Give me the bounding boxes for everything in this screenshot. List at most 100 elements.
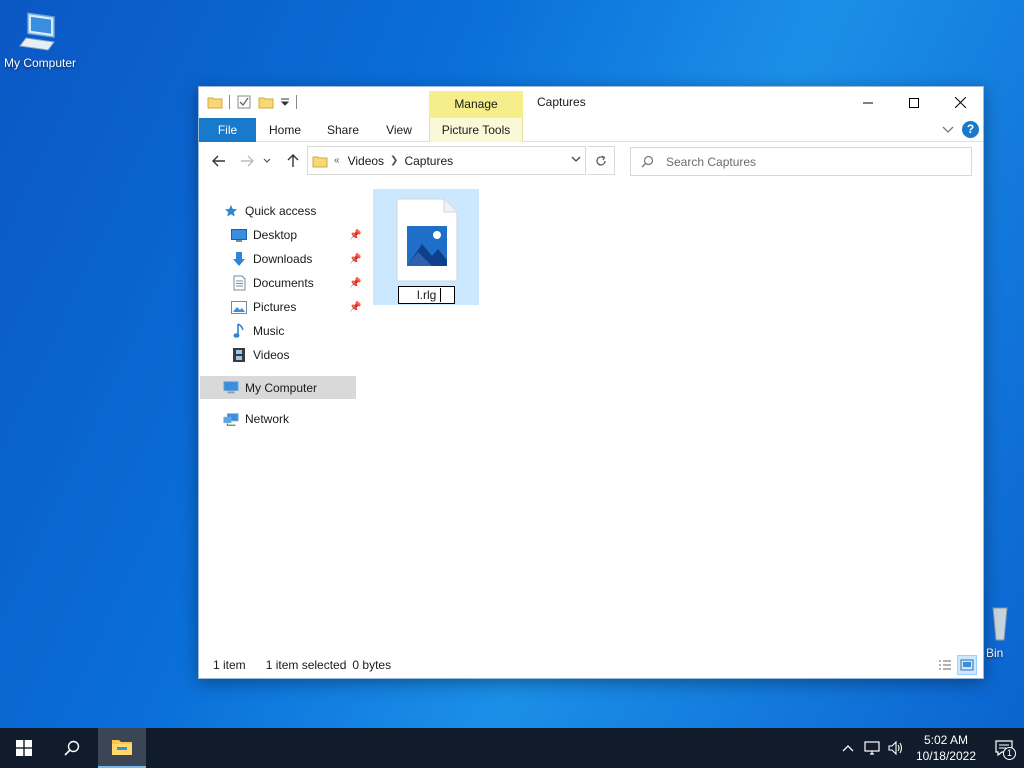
address-dropdown-icon[interactable] <box>571 155 581 163</box>
show-hidden-icons-button[interactable] <box>836 728 860 768</box>
network-icon <box>223 411 239 427</box>
file-list[interactable]: l.rlg ‍ <box>369 187 983 648</box>
sidebar-item-label: My Computer <box>245 380 318 395</box>
address-bar[interactable]: « Videos ❯ Captures <box>307 146 586 175</box>
title-bar: Manage Captures <box>199 87 983 118</box>
sidebar-item-music[interactable]: Music <box>231 320 284 342</box>
forward-button[interactable] <box>237 151 257 171</box>
tab-view[interactable]: View <box>377 118 421 142</box>
sidebar-item-label: Network <box>245 412 290 426</box>
sidebar-item-label: Documents <box>253 276 314 290</box>
network-tray-button[interactable] <box>860 728 884 768</box>
search-icon <box>64 740 80 756</box>
sidebar-item-desktop[interactable]: Desktop 📌 <box>231 224 361 246</box>
tab-file[interactable]: File <box>199 118 256 142</box>
download-icon <box>231 251 247 267</box>
sidebar-item-videos[interactable]: Videos <box>231 344 289 366</box>
recent-locations-button[interactable] <box>261 151 273 171</box>
pin-icon[interactable]: 📌 <box>349 254 361 265</box>
sidebar-item-network[interactable]: Network <box>223 408 289 430</box>
clock-time: 5:02 AM <box>923 733 968 747</box>
status-item-count: 1 item <box>213 658 246 672</box>
search-input[interactable]: Search Captures <box>630 147 972 176</box>
arrow-left-icon <box>212 155 225 167</box>
start-button[interactable] <box>0 728 48 768</box>
sidebar-item-label: Videos <box>253 348 290 362</box>
document-icon <box>231 275 247 291</box>
taskbar-file-explorer[interactable] <box>98 728 146 768</box>
details-view-button[interactable] <box>935 655 955 675</box>
breadcrumb-separator-icon[interactable]: ❯ <box>390 155 398 166</box>
search-placeholder: Search Captures <box>666 154 757 169</box>
taskbar-search-button[interactable] <box>48 728 96 768</box>
chevron-up-icon <box>842 745 854 752</box>
minimize-button[interactable] <box>845 87 891 118</box>
status-bar: 1 item 1 item selected 0 bytes <box>199 652 983 678</box>
tab-manage[interactable]: Manage <box>429 91 523 118</box>
music-icon <box>231 323 247 339</box>
tab-picture-tools[interactable]: Picture Tools <box>429 118 523 142</box>
tab-share[interactable]: Share <box>319 118 367 142</box>
sidebar-item-pictures[interactable]: Pictures 📌 <box>231 296 361 318</box>
desktop-my-computer[interactable]: My Computer <box>0 8 80 70</box>
computer-icon <box>223 380 239 396</box>
chevron-down-icon <box>263 158 271 163</box>
address-overflow[interactable]: « <box>334 155 340 166</box>
sidebar-item-label: Pictures <box>253 300 297 314</box>
status-selection: 1 item selected <box>265 658 347 672</box>
file-explorer-icon <box>112 740 132 755</box>
close-button[interactable] <box>937 87 983 118</box>
ribbon-tabs: File Home Share View Picture Tools ? <box>199 118 983 142</box>
close-icon <box>954 97 966 108</box>
properties-icon[interactable] <box>236 94 252 110</box>
star-icon <box>223 203 239 219</box>
customize-qat-icon[interactable] <box>280 97 290 107</box>
desktop-my-computer-label: My Computer <box>3 56 77 70</box>
refresh-button[interactable] <box>588 146 615 175</box>
rename-value: l.rlg <box>417 288 437 302</box>
large-icons-view-icon <box>960 659 974 671</box>
sidebar-item-label: Desktop <box>253 228 298 242</box>
sidebar-item-label: Downloads <box>253 252 313 266</box>
sidebar-item-documents[interactable]: Documents 📌 <box>231 272 361 294</box>
help-button[interactable]: ? <box>962 121 979 138</box>
action-center-button[interactable]: 1 <box>984 728 1024 768</box>
taskbar: 5:02 AM 10/18/2022 1 <box>0 728 1024 768</box>
pin-icon[interactable]: 📌 <box>349 278 361 289</box>
file-item[interactable]: l.rlg ‍ <box>373 189 479 305</box>
search-icon <box>641 155 654 168</box>
sidebar-item-label: Music <box>253 324 285 338</box>
qat-separator <box>229 95 230 109</box>
clock-date: 10/18/2022 <box>915 749 976 763</box>
sidebar-item-downloads[interactable]: Downloads 📌 <box>231 248 361 270</box>
view-switcher <box>935 655 977 675</box>
video-icon <box>231 347 247 363</box>
pin-icon[interactable]: 📌 <box>349 302 361 313</box>
speaker-icon <box>888 741 902 755</box>
image-file-icon <box>396 198 458 282</box>
maximize-button[interactable] <box>891 87 937 118</box>
minimize-icon <box>863 102 873 103</box>
qat-separator <box>296 95 297 109</box>
sidebar-item-my-computer[interactable]: My Computer <box>200 376 356 399</box>
up-button[interactable] <box>283 151 303 171</box>
back-button[interactable] <box>209 151 229 171</box>
breadcrumb-captures[interactable]: Captures <box>404 154 453 168</box>
taskbar-clock[interactable]: 5:02 AM 10/18/2022 <box>908 732 984 764</box>
sidebar-item-quick-access[interactable]: Quick access <box>223 200 316 222</box>
pin-icon[interactable]: 📌 <box>349 230 361 241</box>
network-wired-icon <box>864 741 880 755</box>
navigation-pane: Quick access Desktop 📌 Downloads 📌 Docum… <box>199 187 361 648</box>
system-tray: 5:02 AM 10/18/2022 1 <box>836 728 1024 768</box>
expand-ribbon-icon[interactable] <box>942 126 954 134</box>
large-icons-view-button[interactable] <box>957 655 977 675</box>
window-title: Captures <box>537 95 586 109</box>
rename-input[interactable]: l.rlg ‍ <box>398 286 455 304</box>
new-folder-icon[interactable] <box>258 95 274 109</box>
file-explorer-window: Manage Captures File Home Share View Pic… <box>198 86 984 679</box>
sidebar-item-label: Quick access <box>245 204 317 218</box>
volume-tray-button[interactable] <box>884 728 908 768</box>
breadcrumb-videos[interactable]: Videos <box>348 154 384 168</box>
tab-home[interactable]: Home <box>261 118 309 142</box>
pictures-icon <box>231 299 247 315</box>
